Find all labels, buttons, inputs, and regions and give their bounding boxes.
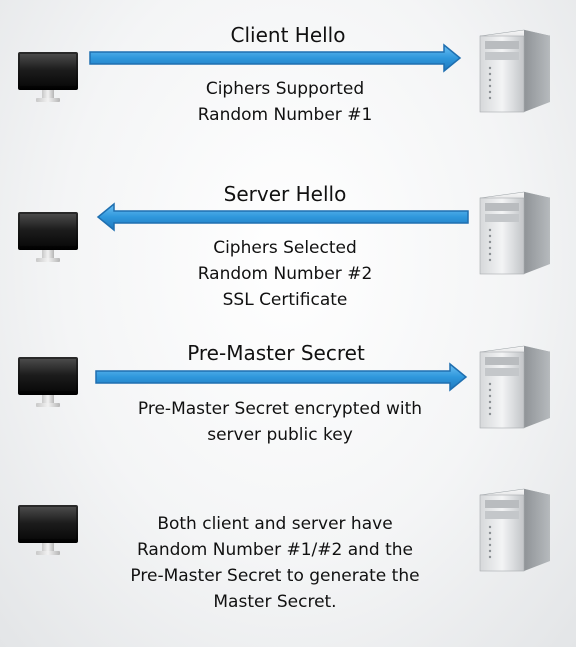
client-computer-icon [18, 212, 78, 262]
description-line: Random Number #1 [197, 105, 373, 125]
description-line: Both client and server have [157, 514, 393, 534]
description-line: Pre-Master Secret encrypted with [137, 399, 423, 419]
step-description: Ciphers Selected Random Number #2 SSL Ce… [90, 235, 480, 313]
step-description: Pre-Master Secret encrypted with server … [80, 396, 480, 448]
step-description: Ciphers Supported Random Number #1 [90, 76, 480, 128]
description-line: Pre-Master Secret to generate the [130, 566, 420, 586]
description-line: SSL Certificate [222, 290, 348, 310]
client-computer-icon [18, 52, 78, 102]
description-line: Random Number #1/#2 and the [136, 540, 414, 560]
step-title: Client Hello [230, 23, 346, 47]
step-title: Pre-Master Secret [187, 341, 365, 365]
description-line: Ciphers Selected [213, 238, 357, 258]
description-line: Random Number #2 [197, 264, 373, 284]
step-description: Both client and server have Random Numbe… [90, 511, 460, 615]
server-icon [479, 488, 551, 572]
description-line: Master Secret. [213, 592, 337, 612]
description-line: Ciphers Supported [205, 79, 365, 99]
arrow-right-icon [95, 362, 468, 392]
description-line: server public key [207, 425, 353, 445]
step-title: Server Hello [223, 182, 347, 206]
client-computer-icon [18, 505, 78, 555]
